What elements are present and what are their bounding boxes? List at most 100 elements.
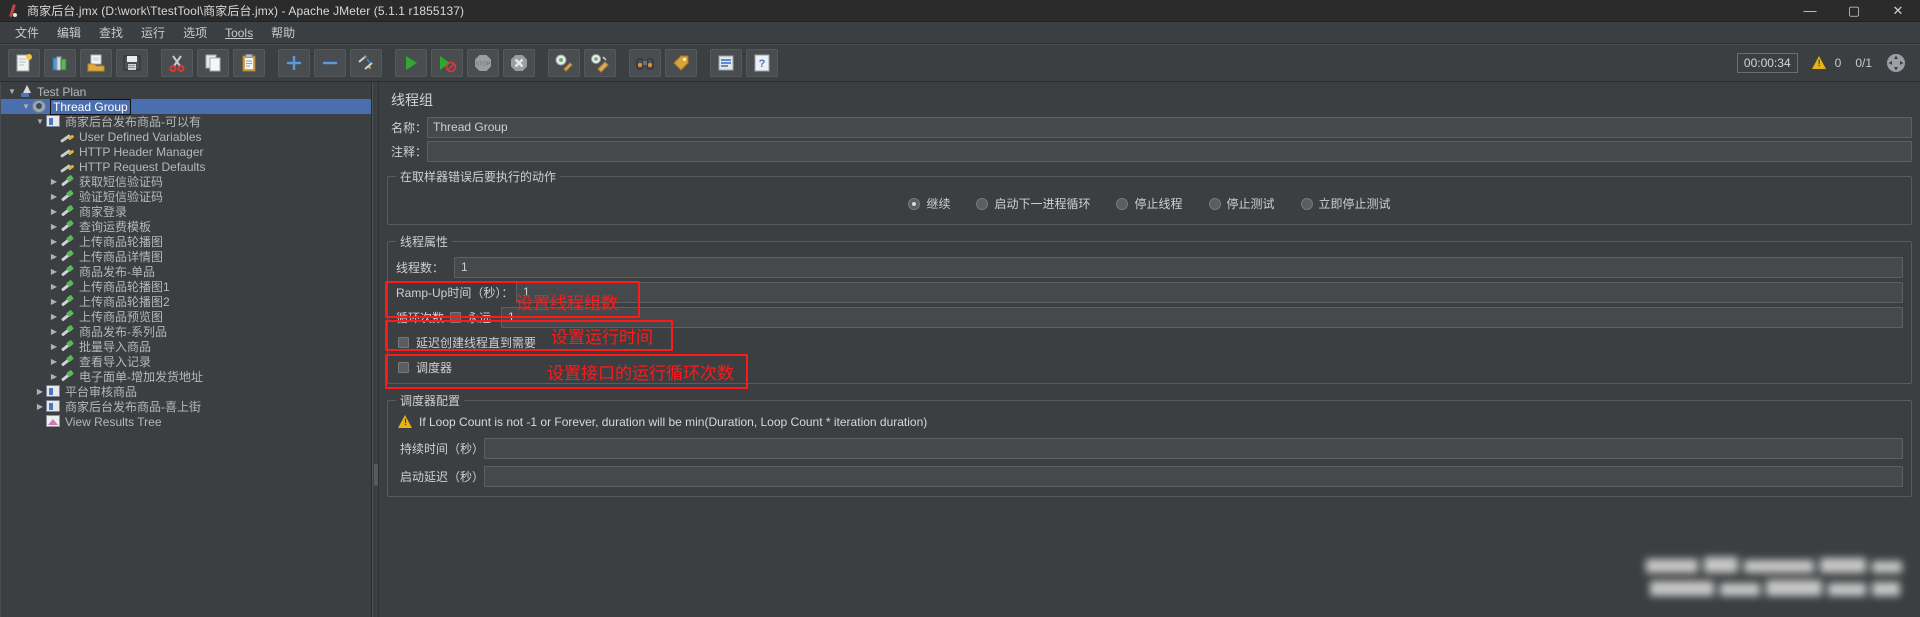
scheduler-row[interactable]: 调度器 [396, 356, 1903, 379]
tree-node-thread-group[interactable]: ▼ Thread Group [0, 98, 371, 115]
radio-continue[interactable]: 继续 [908, 195, 950, 212]
menu-file[interactable]: 文件 [6, 22, 48, 43]
stop-button[interactable]: STOP [467, 49, 499, 77]
clear-all-button[interactable] [584, 49, 616, 77]
tree-node-sampler-13[interactable]: ▶ 查看导入记录 [0, 354, 371, 369]
expand-arrow-closed-icon[interactable]: ▶ [34, 402, 46, 411]
tree-node-sampler-11[interactable]: ▶ 商品发布-系列品 [0, 324, 371, 339]
save-button[interactable] [116, 49, 148, 77]
templates-button[interactable] [44, 49, 76, 77]
tree-node-controller-3[interactable]: ▶ 商家后台发布商品-喜上街 [0, 399, 371, 414]
tree-node-user-defined-variables[interactable]: ▸ User Defined Variables [0, 129, 371, 144]
new-test-plan-button[interactable] [8, 49, 40, 77]
expand-arrow-closed-icon[interactable]: ▶ [34, 387, 46, 396]
expand-arrows-icon[interactable] [1886, 53, 1906, 73]
expand-arrow-open-icon[interactable]: ▼ [6, 87, 18, 96]
ramp-up-row: Ramp-Up时间（秒）： 1 [396, 281, 1903, 304]
radio-stop-thread-dot [1116, 197, 1129, 210]
function-helper-button[interactable] [710, 49, 742, 77]
tree-node-controller-2[interactable]: ▶ 平台审核商品 [0, 384, 371, 399]
start-no-pauses-button[interactable] [431, 49, 463, 77]
expand-arrow-open-icon[interactable]: ▼ [34, 117, 46, 126]
split-grip[interactable] [374, 464, 378, 486]
expand-arrow-closed-icon[interactable]: ▶ [48, 252, 60, 261]
tree-node-sampler-9[interactable]: ▶ 上传商品轮播图2 [0, 294, 371, 309]
menu-options[interactable]: 选项 [174, 22, 216, 43]
minimize-button[interactable]: — [1788, 0, 1832, 22]
copy-button[interactable] [197, 49, 229, 77]
tree-node-http-request-defaults[interactable]: ▸ HTTP Request Defaults [0, 159, 371, 174]
ramp-up-input[interactable]: 1 [516, 282, 1903, 303]
comment-input[interactable] [427, 141, 1912, 162]
tree-spacer: ▸ [48, 163, 60, 171]
tree-node-sampler-10[interactable]: ▶ 上传商品预览图 [0, 309, 371, 324]
tree-node-view-results-tree[interactable]: ▸ View Results Tree [0, 414, 371, 429]
paste-button[interactable] [233, 49, 265, 77]
startup-delay-input[interactable] [484, 465, 1903, 487]
expand-arrow-closed-icon[interactable]: ▶ [48, 177, 60, 186]
tree-node-sampler-8[interactable]: ▶ 上传商品轮播图1 [0, 279, 371, 294]
thread-count-input[interactable]: 1 [454, 257, 1903, 278]
toggle-button[interactable] [350, 49, 382, 77]
forever-checkbox[interactable] [450, 312, 461, 323]
expand-arrow-closed-icon[interactable]: ▶ [48, 372, 60, 381]
expand-arrow-closed-icon[interactable]: ▶ [48, 357, 60, 366]
expand-all-button[interactable] [278, 49, 310, 77]
delay-thread-creation-checkbox[interactable] [398, 337, 409, 348]
config-element-icon [60, 160, 76, 174]
menu-help[interactable]: 帮助 [262, 22, 304, 43]
split-divider[interactable] [372, 82, 379, 617]
maximize-button[interactable]: ▢ [1832, 0, 1876, 22]
expand-arrow-open-icon[interactable]: ▼ [20, 102, 32, 111]
test-plan-tree[interactable]: ▼Test Plan▼Thread Group▼商家后台发布商品-可以有▸Use… [0, 82, 372, 617]
expand-arrow-closed-icon[interactable]: ▶ [48, 267, 60, 276]
tree-node-sampler-2[interactable]: ▶ 验证短信验证码 [0, 189, 371, 204]
radio-stop-test[interactable]: 停止测试 [1208, 195, 1275, 212]
clear-button[interactable] [548, 49, 580, 77]
tree-node-sampler-1[interactable]: ▶ 获取短信验证码 [0, 174, 371, 189]
name-input[interactable]: Thread Group [427, 117, 1912, 138]
tree-node-sampler-3[interactable]: ▶ 商家登录 [0, 204, 371, 219]
tree-node-sampler-4[interactable]: ▶ 查询运费模板 [0, 219, 371, 234]
menu-tools[interactable]: Tools [216, 24, 262, 42]
expand-arrow-closed-icon[interactable]: ▶ [48, 282, 60, 291]
delay-thread-creation-row[interactable]: 延迟创建线程直到需要 [396, 331, 1903, 354]
controller-icon [46, 384, 62, 399]
open-button[interactable] [80, 49, 112, 77]
menu-search[interactable]: 查找 [90, 22, 132, 43]
expand-arrow-closed-icon[interactable]: ▶ [48, 192, 60, 201]
menu-run[interactable]: 运行 [132, 22, 174, 43]
expand-arrow-closed-icon[interactable]: ▶ [48, 297, 60, 306]
radio-start-next-loop[interactable]: 启动下一进程循环 [976, 195, 1090, 212]
expand-arrow-closed-icon[interactable]: ▶ [48, 207, 60, 216]
tree-node-sampler-14[interactable]: ▶ 电子面单-增加发货地址 [0, 369, 371, 384]
menu-edit[interactable]: 编辑 [48, 22, 90, 43]
tree-node-sampler-12[interactable]: ▶ 批量导入商品 [0, 339, 371, 354]
warning-indicator[interactable]: 0 [1811, 56, 1841, 70]
expand-arrow-closed-icon[interactable]: ▶ [48, 342, 60, 351]
radio-stop-thread[interactable]: 停止线程 [1116, 195, 1183, 212]
tree-node-test-plan[interactable]: ▼ Test Plan [0, 84, 371, 99]
tree-node-sampler-7[interactable]: ▶ 商品发布-单品 [0, 264, 371, 279]
tree-node-http-header-manager[interactable]: ▸ HTTP Header Manager [0, 144, 371, 159]
start-button[interactable] [395, 49, 427, 77]
reset-search-button[interactable] [665, 49, 697, 77]
duration-input[interactable] [484, 437, 1903, 459]
expand-arrow-closed-icon[interactable]: ▶ [48, 237, 60, 246]
tree-node-sampler-5[interactable]: ▶ 上传商品轮播图 [0, 234, 371, 249]
scheduler-checkbox[interactable] [398, 362, 409, 373]
listener-icon [46, 414, 62, 429]
expand-arrow-closed-icon[interactable]: ▶ [48, 312, 60, 321]
expand-arrow-closed-icon[interactable]: ▶ [48, 327, 60, 336]
cut-button[interactable] [161, 49, 193, 77]
radio-stop-test-now[interactable]: 立即停止测试 [1300, 195, 1391, 212]
help-button[interactable]: ? [746, 49, 778, 77]
collapse-all-button[interactable] [314, 49, 346, 77]
tree-node-controller-1[interactable]: ▼ 商家后台发布商品-可以有 [0, 114, 371, 129]
loop-count-input[interactable]: 1 [501, 307, 1903, 328]
tree-node-sampler-6[interactable]: ▶ 上传商品详情图 [0, 249, 371, 264]
close-button[interactable]: ✕ [1876, 0, 1920, 22]
search-button[interactable] [629, 49, 661, 77]
expand-arrow-closed-icon[interactable]: ▶ [48, 222, 60, 231]
shutdown-button[interactable] [503, 49, 535, 77]
